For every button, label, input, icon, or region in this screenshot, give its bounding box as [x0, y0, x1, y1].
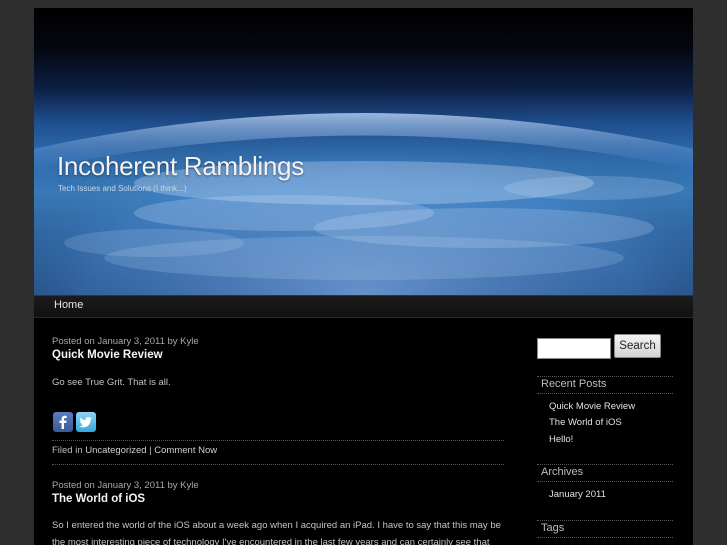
widget-divider	[537, 481, 673, 482]
post-title-link[interactable]: Quick Movie Review	[52, 349, 163, 361]
recent-posts-heading: Recent Posts	[541, 378, 607, 390]
post-meta: Posted on January 3, 2011 by Kyle	[52, 336, 199, 347]
search-input[interactable]	[537, 338, 611, 359]
footer-separator: |	[149, 445, 152, 456]
search-button[interactable]: Search	[614, 334, 661, 358]
site-title[interactable]: Incoherent Ramblings	[57, 151, 304, 182]
comment-link[interactable]: Comment Now	[154, 445, 217, 456]
site-header: Incoherent Ramblings Tech Issues and Sol…	[34, 8, 693, 295]
facebook-share-button[interactable]	[53, 412, 73, 432]
site-description: Tech Issues and Solutions (I think...)	[58, 184, 187, 193]
post-body: Go see True Grit. That is all.	[52, 377, 171, 388]
post-divider	[52, 440, 504, 441]
post-body: So I entered the world of the iOS about …	[52, 520, 501, 545]
widget-divider	[537, 464, 673, 465]
main-nav: Home	[34, 295, 693, 318]
nav-home-link[interactable]: Home	[54, 299, 83, 311]
archive-link[interactable]: January 2011	[549, 489, 606, 500]
post-meta: Posted on January 3, 2011 by Kyle	[52, 480, 199, 491]
widget-divider	[537, 393, 673, 394]
recent-post-link[interactable]: Hello!	[549, 434, 573, 445]
tags-heading: Tags	[541, 522, 565, 534]
twitter-share-button[interactable]	[76, 412, 96, 432]
archives-heading: Archives	[541, 466, 584, 478]
widget-divider	[537, 520, 673, 521]
widget-divider	[537, 537, 673, 538]
twitter-icon	[79, 417, 92, 428]
filed-in-label: Filed in	[52, 445, 83, 456]
post-title-link[interactable]: The World of iOS	[52, 493, 145, 505]
facebook-icon	[59, 415, 67, 429]
post-divider	[52, 464, 504, 465]
widget-divider	[537, 376, 673, 377]
recent-post-link[interactable]: The World of iOS	[549, 417, 622, 428]
category-link[interactable]: Uncategorized	[85, 445, 146, 456]
page-wrapper: Incoherent Ramblings Tech Issues and Sol…	[34, 8, 693, 545]
post-footer: Filed in Uncategorized | Comment Now	[52, 445, 217, 456]
recent-post-link[interactable]: Quick Movie Review	[549, 401, 635, 412]
